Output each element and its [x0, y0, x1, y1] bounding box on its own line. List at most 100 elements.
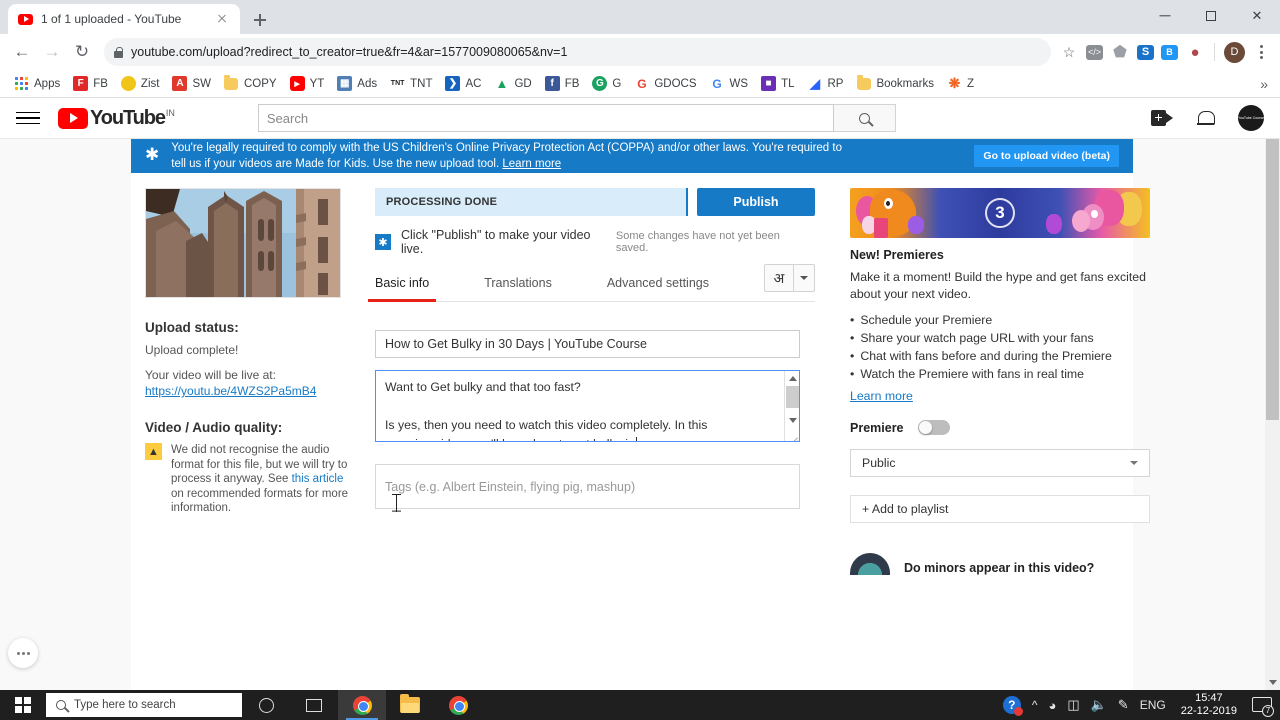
folder-icon — [224, 75, 239, 91]
status-row: PROCESSING DONE Publish — [375, 188, 815, 216]
language-selector[interactable]: अ — [764, 264, 815, 292]
bookmark-ads[interactable]: ▦ Ads — [331, 74, 383, 93]
bookmark-apps[interactable]: Apps — [8, 74, 66, 93]
bookmark-yt[interactable]: ▶ YT — [284, 74, 331, 93]
resize-grip-icon[interactable] — [788, 430, 798, 440]
swirl-extension-icon[interactable]: ● — [1185, 42, 1205, 62]
notifications-bell-icon[interactable] — [1197, 109, 1215, 128]
profile-avatar[interactable]: D — [1224, 41, 1245, 63]
bookmarks-overflow-button[interactable]: » — [1260, 76, 1272, 92]
this-article-link[interactable]: this article — [292, 473, 344, 485]
mouse-text-cursor — [392, 494, 401, 512]
close-icon[interactable]: ✕ — [1234, 0, 1280, 32]
go-to-upload-beta-button[interactable]: Go to upload video (beta) — [974, 145, 1119, 167]
bookmark-bookmarks-folder[interactable]: Bookmarks — [850, 74, 940, 93]
tab-advanced-settings[interactable]: Advanced settings — [607, 276, 709, 301]
bookmark-gdocs[interactable]: G GDOCS — [628, 74, 702, 93]
bookmark-fb-flipboard[interactable]: F FB — [67, 74, 114, 93]
new-tab-button[interactable] — [246, 6, 274, 34]
action-center-icon[interactable]: 7 — [1252, 696, 1274, 717]
language-indicator[interactable]: ENG — [1140, 698, 1166, 712]
tab-translations[interactable]: Translations — [484, 276, 552, 301]
scroll-up-arrow-icon[interactable] — [785, 371, 799, 385]
code-extension-icon[interactable]: </> — [1086, 44, 1103, 60]
b-extension-icon[interactable]: B — [1161, 44, 1178, 60]
show-hidden-icons-chevron[interactable]: ^ — [1032, 698, 1038, 712]
premiere-toggle[interactable] — [917, 420, 950, 435]
g-circle-icon: G — [592, 76, 608, 91]
bookmark-sw[interactable]: A SW — [166, 74, 217, 93]
forward-button[interactable]: → — [38, 38, 66, 66]
bookmark-rp[interactable]: ◢ RP — [801, 74, 849, 93]
scroll-down-arrow-icon[interactable] — [785, 413, 799, 427]
privacy-select[interactable]: Public — [850, 449, 1150, 477]
back-button[interactable]: ← — [8, 38, 36, 66]
cortana-circle-icon[interactable] — [242, 690, 290, 720]
google-drive-icon: ▲ — [495, 76, 509, 91]
page-scrollbar[interactable] — [1265, 98, 1280, 690]
video-title-input[interactable]: How to Get Bulky in 30 Days | YouTube Co… — [375, 330, 800, 358]
chrome-taskbar-icon-2[interactable] — [434, 690, 482, 720]
bookmark-zist[interactable]: Zist — [115, 74, 166, 93]
search-button[interactable] — [833, 104, 896, 132]
premieres-title: New! Premieres — [850, 248, 944, 262]
bookmark-ws[interactable]: G WS — [704, 74, 755, 93]
bookmark-label: G — [612, 77, 622, 90]
reload-button[interactable]: ↻ — [68, 38, 96, 66]
bookmark-star-icon[interactable]: ☆ — [1059, 42, 1079, 62]
bookmark-ac[interactable]: ❯ AC — [439, 74, 487, 93]
page-scrollbar-thumb[interactable] — [1266, 120, 1279, 420]
battery-icon[interactable]: ◫ — [1067, 697, 1079, 713]
description-line-2: Is yes, then you need to watch this vide… — [385, 418, 708, 432]
close-icon[interactable] — [214, 11, 230, 27]
chrome-taskbar-icon[interactable] — [338, 690, 386, 720]
bookmark-z[interactable]: ❋ Z — [941, 74, 980, 93]
publish-button[interactable]: Publish — [697, 188, 815, 216]
pen-icon[interactable]: ✎ — [1118, 697, 1129, 713]
hamburger-menu-icon[interactable] — [16, 106, 40, 130]
premieres-learn-more-link[interactable]: Learn more — [850, 389, 1150, 403]
help-alert-icon[interactable]: ? — [1002, 696, 1023, 716]
youtube-logo[interactable]: YouTube IN — [58, 107, 175, 129]
chevron-down-icon[interactable] — [793, 265, 814, 291]
bookmark-copy[interactable]: COPY — [218, 74, 283, 93]
bookmark-g[interactable]: G G — [586, 74, 627, 93]
windows-start-icon[interactable] — [0, 690, 46, 720]
help-feedback-button[interactable] — [8, 638, 38, 668]
video-description-textarea[interactable]: Want to Get bulky and that too fast? Is … — [375, 370, 800, 442]
address-bar[interactable]: youtube.com/upload?redirect_to_creator=t… — [104, 38, 1051, 66]
bookmark-label: Ads — [357, 77, 378, 90]
bookmark-fb[interactable]: f FB — [539, 74, 586, 93]
volume-muted-icon[interactable]: 🔈 — [1091, 697, 1107, 713]
tags-input[interactable]: Tags (e.g. Albert Einstein, flying pig, … — [375, 464, 800, 509]
file-explorer-taskbar-icon[interactable] — [386, 690, 434, 720]
bookmark-gd[interactable]: ▲ GD — [488, 74, 537, 93]
video-url-link[interactable]: https://youtu.be/4WZS2Pa5mB4 — [145, 384, 358, 398]
taskbar-search-input[interactable]: Type here to search — [46, 693, 242, 717]
toolbar-icons: ☆ </> ⬟ S B ● D — [1059, 41, 1272, 63]
create-video-icon[interactable] — [1151, 110, 1173, 126]
scrollbar-thumb[interactable] — [786, 386, 799, 408]
taskbar-clock[interactable]: 15:47 22-12-2019 — [1177, 692, 1241, 718]
wifi-icon[interactable]: ◕ — [1048, 698, 1056, 713]
maximize-icon[interactable] — [1188, 0, 1234, 32]
add-to-playlist-button[interactable]: + Add to playlist — [850, 495, 1150, 523]
browser-tab[interactable]: 1 of 1 uploaded - YouTube — [8, 4, 240, 34]
minimize-icon[interactable] — [1142, 0, 1188, 32]
task-view-icon[interactable] — [290, 690, 338, 720]
search-input[interactable]: Search — [257, 104, 834, 132]
tab-basic-info[interactable]: Basic info — [367, 276, 437, 302]
scroll-down-arrow-icon[interactable] — [1265, 674, 1280, 690]
minors-question-text: Do minors appear in this video? — [904, 561, 1095, 575]
coppa-learn-more-link[interactable]: Learn more — [502, 158, 561, 170]
coppa-line-1: You're legally required to comply with t… — [171, 142, 842, 154]
account-avatar[interactable]: YouTube Course — [1238, 105, 1264, 131]
video-thumbnail[interactable] — [145, 188, 341, 298]
bookmark-tnt[interactable]: TNT TNT — [384, 74, 438, 93]
kebab-menu-icon[interactable] — [1252, 45, 1270, 59]
shield-extension-icon[interactable]: ⬟ — [1110, 42, 1130, 62]
bookmark-tl[interactable]: ■ TL — [755, 74, 800, 93]
s-extension-icon[interactable]: S — [1137, 44, 1154, 60]
browser-tab-title: 1 of 1 uploaded - YouTube — [41, 12, 182, 26]
premiere-toggle-row: Premiere — [850, 420, 1150, 435]
